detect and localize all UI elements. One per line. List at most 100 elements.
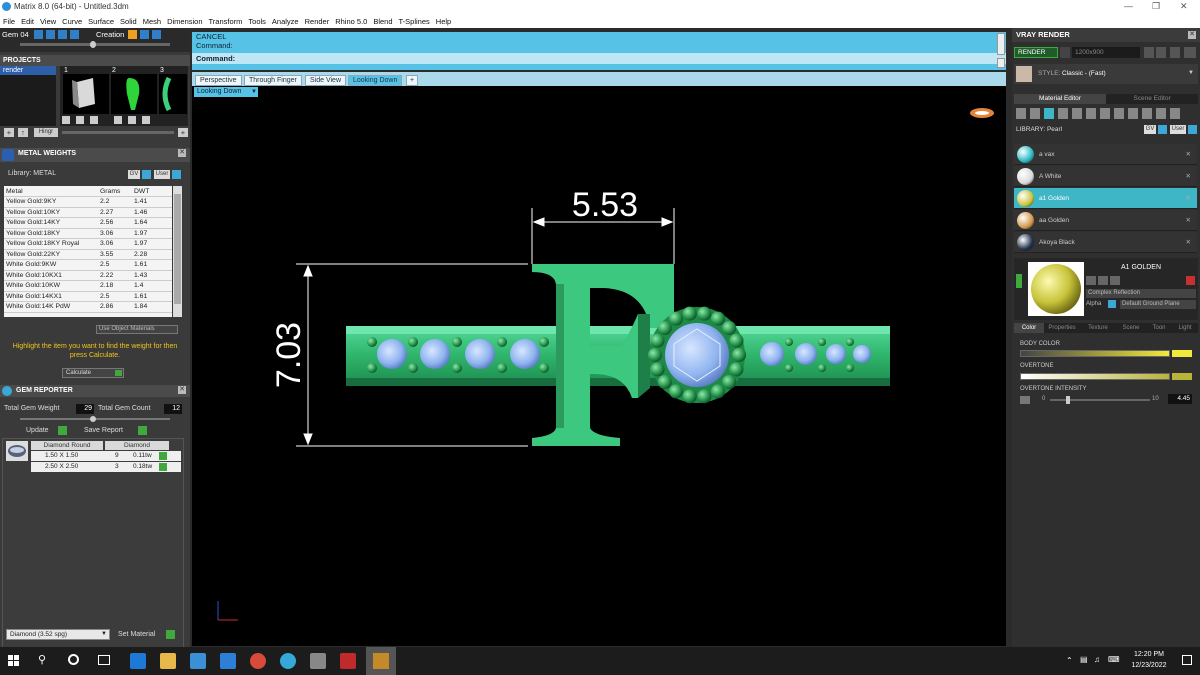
gem-row[interactable]: 2.50 X 2.50 3 0.18tw — [31, 462, 181, 472]
thumb-plus-icon[interactable] — [62, 116, 70, 124]
volume-icon[interactable]: ♫ — [1094, 655, 1100, 664]
tab-scene-editor[interactable]: Scene Editor — [1106, 94, 1198, 104]
menu-surface[interactable]: Surface — [88, 17, 114, 26]
remove-icon[interactable]: ✕ — [1186, 232, 1191, 253]
projects-plus-icon[interactable]: + — [178, 128, 188, 137]
thumbnail-1[interactable] — [63, 74, 109, 114]
link-icon[interactable] — [1142, 108, 1152, 119]
column-header[interactable]: Metal — [4, 186, 98, 197]
thumb-plus-icon[interactable] — [114, 116, 122, 124]
gem-row-select-icon[interactable] — [159, 452, 167, 460]
windows-start-icon[interactable] — [8, 655, 20, 667]
task-view-icon[interactable] — [98, 655, 110, 665]
menu-tools[interactable]: Tools — [248, 17, 266, 26]
viewport[interactable]: 5.53 7.03 — [192, 98, 1006, 646]
tab-texture[interactable]: Texture — [1080, 323, 1116, 333]
material-item[interactable]: A White ✕ — [1014, 166, 1197, 187]
render-button[interactable]: RENDER — [1014, 47, 1058, 58]
material-item[interactable]: aa Golden ✕ — [1014, 210, 1197, 231]
library-user-button[interactable]: User — [1170, 125, 1186, 134]
search-icon[interactable]: ⚲ — [38, 653, 46, 666]
metal-table-scrollbar[interactable] — [173, 186, 182, 317]
ground-plane-dropdown[interactable]: Default Ground Plane — [1120, 300, 1196, 309]
tab-material-editor[interactable]: Material Editor — [1014, 94, 1106, 104]
add-tab-icon[interactable]: + — [406, 75, 419, 86]
remove-icon[interactable]: ✕ — [1186, 166, 1191, 187]
pattern-icon[interactable] — [1086, 108, 1096, 119]
user-check-icon[interactable] — [172, 170, 181, 179]
menu-curve[interactable]: Curve — [62, 17, 82, 26]
thumbnail-2[interactable] — [111, 74, 157, 114]
cortana-icon[interactable] — [68, 654, 79, 665]
overtone-swatch[interactable] — [1172, 373, 1192, 380]
material-tool-icon[interactable] — [1086, 276, 1096, 285]
menu-dimension[interactable]: Dimension — [167, 17, 202, 26]
style-value[interactable]: Classic - (Fast) — [1062, 70, 1106, 77]
reflection-dropdown[interactable]: Complex Reflection — [1086, 289, 1196, 298]
gem-tool-icon[interactable] — [46, 30, 55, 39]
gem-reporter-handle[interactable] — [90, 416, 96, 422]
wood-icon[interactable] — [1128, 108, 1138, 119]
creation-tool-icon[interactable] — [128, 30, 137, 39]
stripe-icon[interactable] — [1100, 108, 1110, 119]
light-bulb-icon[interactable] — [1170, 108, 1180, 119]
close-icon[interactable]: ✕ — [178, 149, 186, 157]
flame-icon[interactable] — [1016, 108, 1026, 119]
tray-up-arrow-icon[interactable]: ⌃ — [1066, 656, 1073, 665]
gv-check-icon[interactable] — [142, 170, 151, 179]
table-row[interactable]: White Gold:10KX1 2.22 1.43 — [4, 270, 172, 281]
remove-icon[interactable]: ✕ — [1186, 210, 1191, 231]
app-icon[interactable] — [340, 653, 356, 669]
material-item[interactable]: a vax ✕ — [1014, 144, 1197, 165]
thumb-render-icon[interactable] — [76, 116, 84, 124]
app-icon[interactable] — [310, 653, 326, 669]
library-gv-button[interactable]: GV — [1144, 125, 1156, 134]
menu-edit[interactable]: Edit — [21, 17, 34, 26]
menu-file[interactable]: File — [3, 17, 15, 26]
mail-icon[interactable] — [220, 653, 236, 669]
intensity-slider-handle[interactable] — [1066, 396, 1070, 404]
up-arrow-icon[interactable]: ↑ — [18, 128, 28, 137]
notification-icon[interactable] — [1182, 655, 1192, 665]
metal-icon[interactable] — [1058, 108, 1068, 119]
tab-scene[interactable]: Scene — [1116, 323, 1146, 333]
column-header[interactable]: Grams — [98, 186, 132, 197]
material-tool-icon[interactable] — [1110, 276, 1120, 285]
viewport-menu[interactable]: Looking Down ▼ — [194, 87, 258, 97]
camera-icon[interactable] — [1060, 47, 1070, 58]
material-tool-icon[interactable] — [1098, 276, 1108, 285]
body-color-swatch[interactable] — [1172, 350, 1192, 357]
tab-light[interactable]: Light — [1172, 323, 1198, 333]
table-row[interactable]: White Gold:14K PdW 2.86 1.84 — [4, 301, 172, 313]
column-header[interactable]: DWT — [132, 186, 172, 197]
set-material-button[interactable] — [166, 630, 175, 639]
gem-tool-icon[interactable] — [34, 30, 43, 39]
brush-icon[interactable] — [1156, 108, 1166, 119]
table-row[interactable]: White Gold:9KW 2.5 1.61 — [4, 259, 172, 271]
tab-color[interactable]: Color — [1014, 323, 1044, 333]
gem-slider-handle[interactable] — [90, 41, 96, 48]
body-color-slider[interactable] — [1020, 350, 1170, 357]
library-user-button[interactable]: User — [154, 170, 170, 179]
keyboard-icon[interactable]: ⌨ — [1108, 655, 1120, 664]
project-item[interactable]: render — [0, 66, 56, 75]
command-input[interactable]: Command: — [192, 53, 1006, 64]
chevron-down-icon[interactable]: ▼ — [1188, 70, 1194, 76]
gem-tool-icon[interactable] — [58, 30, 67, 39]
clock-time[interactable]: 12:20 PM — [1124, 651, 1174, 658]
creation-tool-icon[interactable] — [140, 30, 149, 39]
menu-analyze[interactable]: Analyze — [272, 17, 299, 26]
tab-looking-down[interactable]: Looking Down — [348, 75, 403, 86]
remove-icon[interactable]: ✕ — [1186, 144, 1191, 165]
material-item[interactable]: a1 Golden ✕ — [1014, 188, 1197, 209]
menu-tsplines[interactable]: T-Splines — [399, 17, 430, 26]
command-spinner[interactable] — [997, 58, 1005, 68]
gem-row[interactable]: 1.50 X 1.50 9 0.11tw — [31, 451, 181, 461]
menu-rhino[interactable]: Rhino 5.0 — [335, 17, 367, 26]
chrome-icon[interactable] — [250, 653, 266, 669]
refresh-icon[interactable] — [1186, 276, 1195, 285]
use-object-materials-dropdown[interactable]: Use Object Materials — [96, 325, 178, 334]
matrix-taskbar-button[interactable] — [366, 647, 396, 675]
gem-icon[interactable] — [1030, 108, 1040, 119]
edge-browser-icon[interactable] — [130, 653, 146, 669]
